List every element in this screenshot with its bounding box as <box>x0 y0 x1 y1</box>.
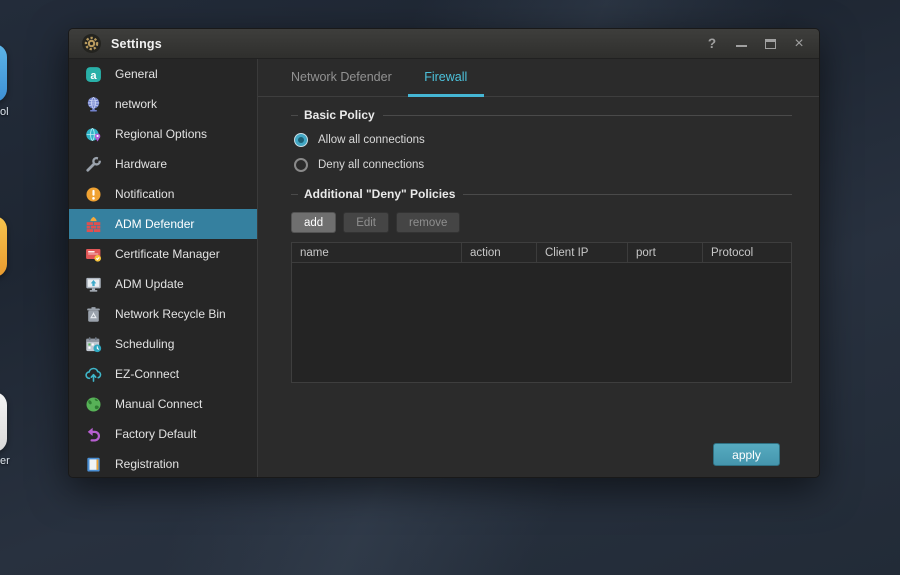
sidebar-item-label: ADM Defender <box>115 217 194 231</box>
ez-connect-icon <box>85 366 102 383</box>
certificate-manager-icon <box>85 246 102 263</box>
sidebar-item-label: EZ-Connect <box>115 367 179 381</box>
sidebar-item-ez-connect[interactable]: EZ-Connect <box>69 359 257 389</box>
adm-update-icon <box>85 276 102 293</box>
sidebar-item-label: Hardware <box>115 157 167 171</box>
adm-defender-icon <box>85 216 102 233</box>
sidebar-item-label: Regional Options <box>115 127 207 141</box>
help-icon[interactable]: ? <box>705 37 719 51</box>
tab-firewall[interactable]: Firewall <box>408 59 484 97</box>
sidebar-item-label: Scheduling <box>115 337 174 351</box>
network-recycle-bin-icon <box>85 306 102 323</box>
radio-deny-all-connections[interactable]: Deny all connections <box>294 158 792 172</box>
radio-label: Allow all connections <box>318 134 425 146</box>
tab-bar: Network Defender Firewall <box>258 59 819 97</box>
deny-policy-toolbar: add Edit remove <box>291 212 792 233</box>
radio-unselected-icon[interactable] <box>294 158 308 172</box>
window-body: a General network Regional Options <box>69 59 819 477</box>
sidebar-item-adm-defender[interactable]: ADM Defender <box>69 209 257 239</box>
sidebar-item-label: Notification <box>115 187 174 201</box>
sidebar-item-scheduling[interactable]: Scheduling <box>69 329 257 359</box>
sidebar-item-manual-connect[interactable]: Manual Connect <box>69 389 257 419</box>
titlebar[interactable]: Settings ? × <box>69 29 819 59</box>
table-body-empty[interactable] <box>292 263 791 382</box>
deny-policies-table: name action Client IP port Protocol <box>291 242 792 383</box>
sidebar-item-adm-update[interactable]: ADM Update <box>69 269 257 299</box>
desktop-shortcut-label: er <box>0 455 10 467</box>
sidebar-item-notification[interactable]: Notification <box>69 179 257 209</box>
sidebar-item-regional-options[interactable]: Regional Options <box>69 119 257 149</box>
column-header-port[interactable]: port <box>628 243 703 262</box>
radio-label: Deny all connections <box>318 159 424 171</box>
sidebar-item-label: Certificate Manager <box>115 247 220 261</box>
sidebar-item-hardware[interactable]: Hardware <box>69 149 257 179</box>
table-header-row: name action Client IP port Protocol <box>292 243 791 263</box>
tab-network-defender[interactable]: Network Defender <box>275 59 408 97</box>
settings-gear-icon <box>82 34 101 53</box>
radio-allow-all-connections[interactable]: Allow all connections <box>294 133 792 147</box>
basic-policy-section-title: Basic Policy <box>291 108 792 122</box>
hardware-wrench-icon <box>85 156 102 173</box>
settings-content: Network Defender Firewall Basic Policy A… <box>258 59 819 477</box>
window-controls: ? × <box>705 37 806 51</box>
notification-icon <box>85 186 102 203</box>
sidebar-item-label: Manual Connect <box>115 397 202 411</box>
column-header-action[interactable]: action <box>462 243 537 262</box>
close-icon[interactable]: × <box>792 37 806 51</box>
settings-sidebar: a General network Regional Options <box>69 59 258 477</box>
sidebar-item-general[interactable]: a General <box>69 59 257 89</box>
window-title: Settings <box>111 37 162 51</box>
deny-policies-section-title: Additional "Deny" Policies <box>291 187 792 201</box>
radio-selected-icon[interactable] <box>294 133 308 147</box>
general-icon: a <box>85 66 102 83</box>
sidebar-item-factory-default[interactable]: Factory Default <box>69 419 257 449</box>
regional-options-icon <box>85 126 102 143</box>
desktop-shortcut-label: ol <box>0 106 9 118</box>
apply-button[interactable]: apply <box>713 443 780 466</box>
network-globe-icon <box>85 96 102 113</box>
sidebar-item-certificate-manager[interactable]: Certificate Manager <box>69 239 257 269</box>
manual-connect-icon <box>85 396 102 413</box>
add-button[interactable]: add <box>291 212 336 233</box>
column-header-client-ip[interactable]: Client IP <box>537 243 628 262</box>
firewall-pane: Basic Policy Allow all connections Deny … <box>258 97 819 383</box>
registration-icon <box>85 456 102 473</box>
factory-default-icon <box>85 426 102 443</box>
sidebar-item-registration[interactable]: Registration <box>69 449 257 478</box>
edit-button[interactable]: Edit <box>343 212 389 233</box>
desktop-shortcut-icon[interactable] <box>0 44 7 102</box>
column-header-protocol[interactable]: Protocol <box>703 243 791 262</box>
sidebar-item-label: General <box>115 67 158 81</box>
sidebar-item-label: network <box>115 97 157 111</box>
deny-policies-section: Additional "Deny" Policies add Edit remo… <box>291 187 792 383</box>
settings-window: Settings ? × a General network <box>68 28 820 478</box>
sidebar-item-label: Factory Default <box>115 427 196 441</box>
sidebar-item-label: ADM Update <box>115 277 184 291</box>
minimize-icon[interactable] <box>734 37 748 51</box>
desktop-shortcut-icon[interactable] <box>0 216 7 277</box>
scheduling-icon <box>85 336 102 353</box>
maximize-icon[interactable] <box>763 37 777 51</box>
sidebar-item-network[interactable]: network <box>69 89 257 119</box>
sidebar-item-label: Network Recycle Bin <box>115 307 226 321</box>
sidebar-item-label: Registration <box>115 457 179 471</box>
column-header-name[interactable]: name <box>292 243 462 262</box>
desktop-shortcut-icon[interactable] <box>0 392 7 452</box>
svg-text:a: a <box>90 69 97 81</box>
sidebar-item-network-recycle-bin[interactable]: Network Recycle Bin <box>69 299 257 329</box>
remove-button[interactable]: remove <box>396 212 460 233</box>
